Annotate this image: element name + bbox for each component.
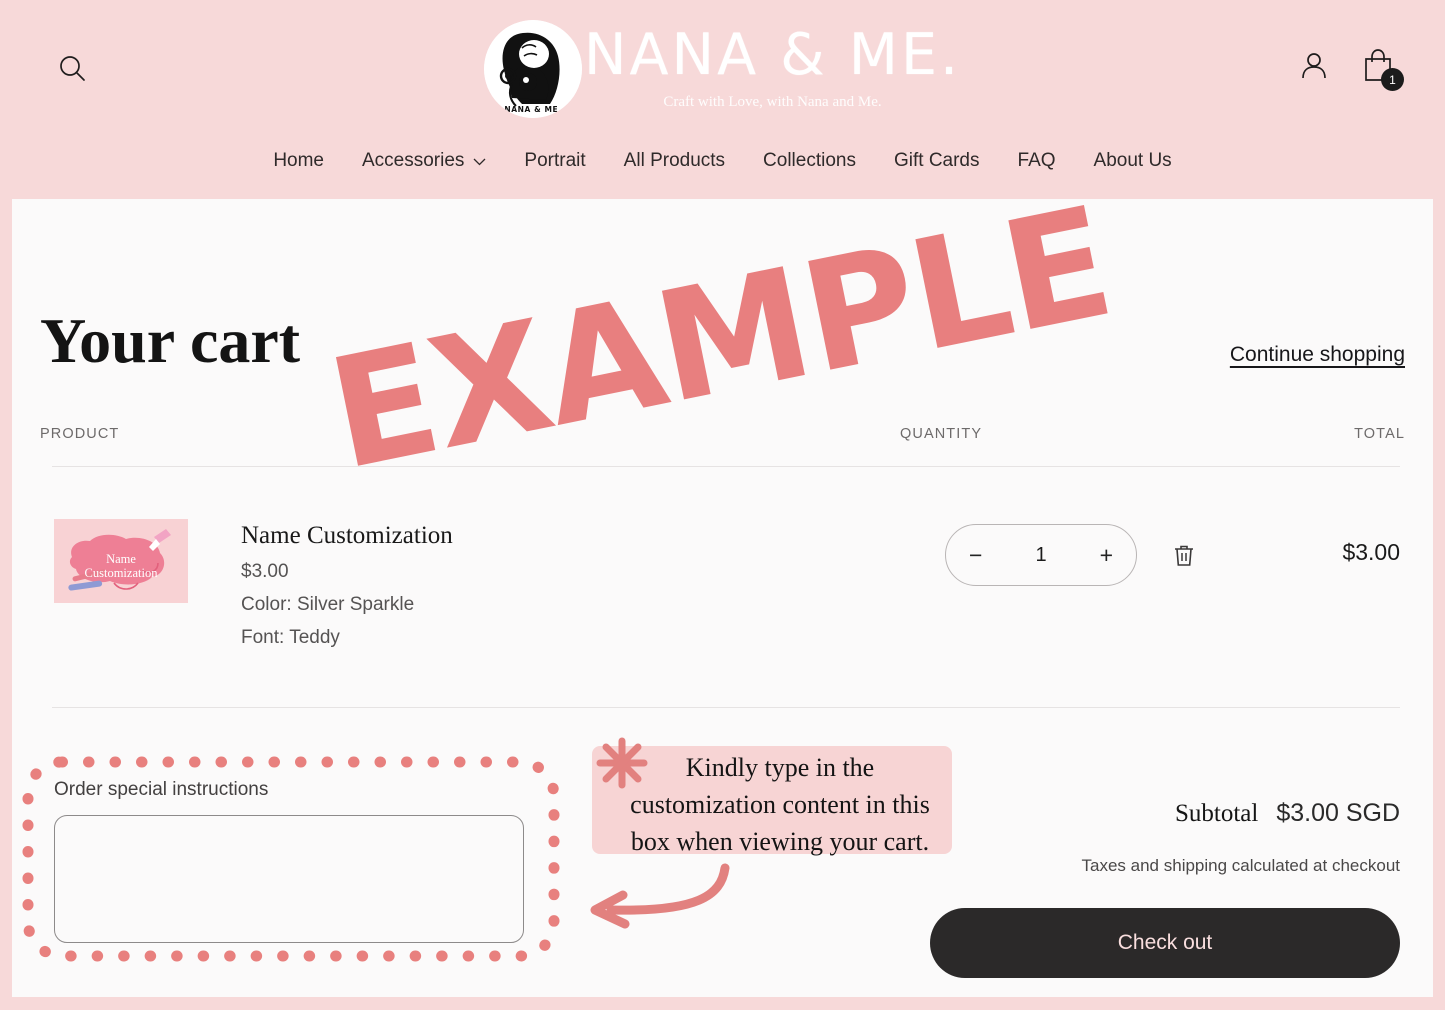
column-header-product: PRODUCT bbox=[40, 426, 120, 442]
order-instructions-group: Order special instructions bbox=[54, 779, 534, 948]
account-button[interactable] bbox=[1297, 49, 1331, 83]
line-item-total: $3.00 bbox=[1342, 539, 1400, 565]
quantity-controls: − 1 + bbox=[945, 524, 1195, 586]
subtotal-label: Subtotal bbox=[1174, 800, 1259, 827]
nav-label: Collections bbox=[763, 150, 856, 171]
nav-label: FAQ bbox=[1017, 150, 1056, 171]
nav-item-portrait[interactable]: Portrait bbox=[505, 150, 604, 172]
brand-wordmark: NANA & ME. bbox=[583, 22, 962, 88]
page-title: Your cart bbox=[40, 305, 301, 376]
nav-item-faq[interactable]: FAQ bbox=[999, 150, 1075, 172]
quantity-value[interactable]: 1 bbox=[1035, 544, 1046, 567]
nav-item-home[interactable]: Home bbox=[254, 150, 343, 172]
divider-bottom bbox=[52, 707, 1400, 708]
nav-item-gift-cards[interactable]: Gift Cards bbox=[875, 150, 999, 172]
site-header: NANA & ME. NANA & ME. Craft with Love, w… bbox=[0, 0, 1445, 199]
nav-label: About Us bbox=[1093, 150, 1172, 171]
cart-page: NANA & ME. NANA & ME. Craft with Love, w… bbox=[0, 0, 1445, 1010]
continue-shopping-link[interactable]: Continue shopping bbox=[1230, 343, 1405, 373]
product-info: Name Customization $3.00 Color: Silver S… bbox=[241, 522, 453, 660]
quantity-stepper[interactable]: − 1 + bbox=[945, 524, 1137, 586]
subtotal-row: Subtotal $3.00 SGD bbox=[930, 799, 1400, 828]
logo-illustration: NANA & ME. bbox=[483, 20, 582, 118]
product-price: $3.00 bbox=[241, 561, 289, 582]
divider-top bbox=[52, 466, 1400, 467]
quantity-decrease-button[interactable]: − bbox=[969, 543, 982, 567]
nav-label: Gift Cards bbox=[893, 150, 980, 171]
svg-text:Name: Name bbox=[106, 552, 136, 566]
nav-item-about-us[interactable]: About Us bbox=[1075, 150, 1191, 172]
remove-item-button[interactable] bbox=[1173, 543, 1195, 568]
brand-logo[interactable]: NANA & ME. NANA & ME. Craft with Love, w… bbox=[0, 14, 1445, 124]
subtotal-value: $3.00 SGD bbox=[1276, 799, 1400, 827]
product-thumbnail[interactable]: Name Customization bbox=[54, 519, 188, 603]
column-header-quantity: QUANTITY bbox=[900, 426, 983, 442]
product-title[interactable]: Name Customization bbox=[241, 522, 453, 550]
cart-count-badge: 1 bbox=[1381, 68, 1404, 91]
nav-item-collections[interactable]: Collections bbox=[744, 150, 875, 172]
order-instructions-label: Order special instructions bbox=[54, 779, 269, 800]
svg-text:NANA & ME.: NANA & ME. bbox=[504, 105, 561, 114]
chevron-down-icon bbox=[473, 150, 486, 172]
nav-item-all-products[interactable]: All Products bbox=[605, 150, 744, 172]
cart-line-item: Name Customization Name Customization $3… bbox=[52, 509, 1400, 648]
cart-content-panel: Your cart Continue shopping PRODUCT QUAN… bbox=[12, 199, 1433, 997]
nav-label: Portrait bbox=[524, 150, 586, 171]
nav-label: Accessories bbox=[362, 150, 465, 171]
cart-button[interactable]: 1 bbox=[1361, 48, 1404, 91]
product-option-font: Font: Teddy bbox=[241, 627, 340, 648]
svg-text:Customization: Customization bbox=[85, 566, 159, 580]
header-actions: 1 bbox=[1297, 48, 1404, 91]
product-option-color: Color: Silver Sparkle bbox=[241, 594, 415, 615]
brand-tagline: Craft with Love, with Nana and Me. bbox=[663, 94, 882, 110]
tax-shipping-note: Taxes and shipping calculated at checkou… bbox=[1081, 856, 1400, 875]
main-navigation: Home Accessories Portrait All Products C… bbox=[0, 150, 1445, 172]
column-header-total: TOTAL bbox=[1354, 426, 1405, 442]
nav-label: Home bbox=[273, 150, 324, 171]
nav-item-accessories[interactable]: Accessories bbox=[343, 150, 505, 172]
checkout-button[interactable]: Check out bbox=[930, 908, 1400, 978]
account-icon bbox=[1297, 53, 1331, 86]
cart-summary: Subtotal $3.00 SGD Taxes and shipping ca… bbox=[930, 799, 1400, 978]
order-instructions-input[interactable] bbox=[54, 815, 524, 943]
cart-column-headers: PRODUCT QUANTITY TOTAL bbox=[40, 426, 1405, 442]
nav-label: All Products bbox=[623, 150, 726, 171]
quantity-increase-button[interactable]: + bbox=[1100, 543, 1113, 567]
cart-header-row: Your cart Continue shopping bbox=[40, 309, 1405, 373]
trash-icon bbox=[1173, 545, 1195, 571]
